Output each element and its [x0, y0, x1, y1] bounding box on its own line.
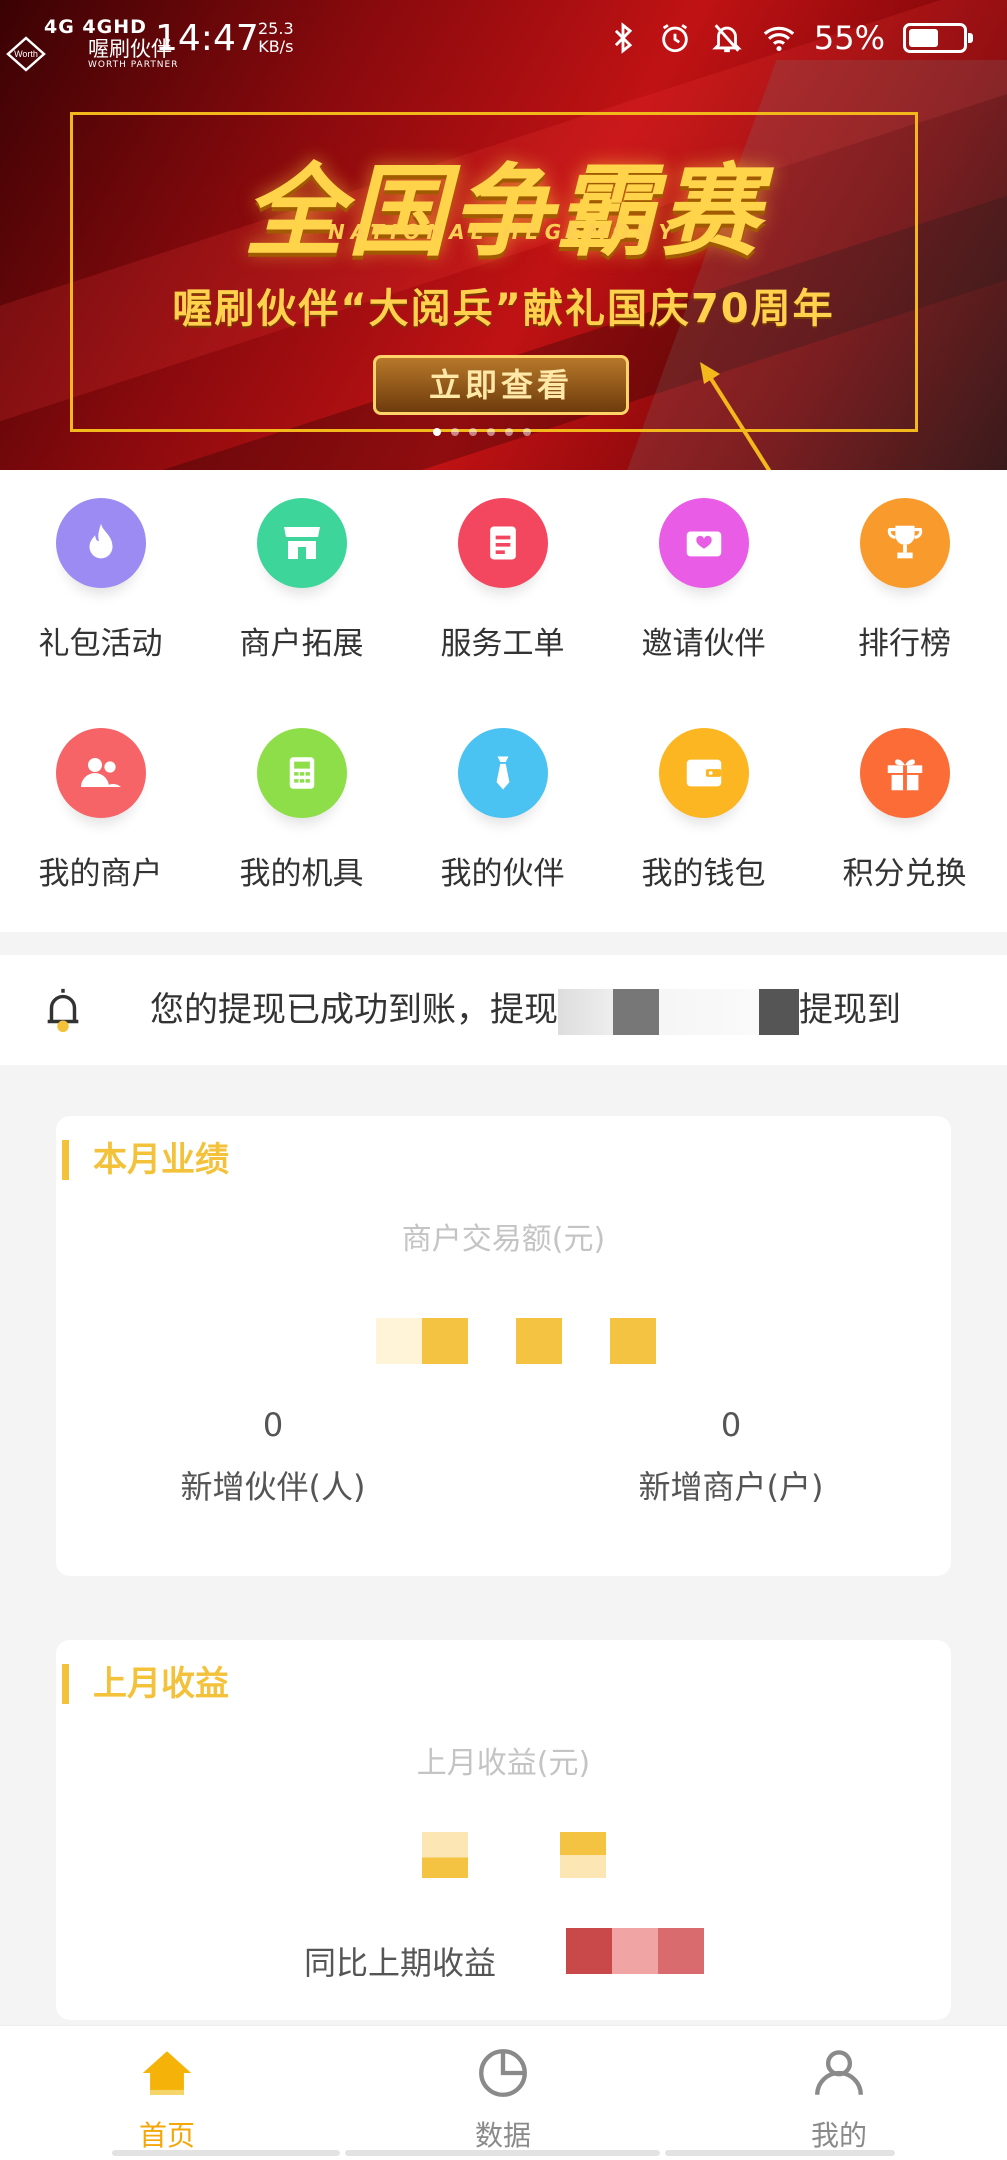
status-icons: 55%: [606, 18, 973, 58]
notice-bar[interactable]: 您的提现已成功到账，提现 提现到: [0, 955, 1007, 1065]
stat-value: 0: [720, 1406, 742, 1444]
logo-mark-text: Worth: [14, 49, 38, 59]
tab-label: 数据: [474, 2119, 531, 2152]
menu-label: 我的机具: [239, 856, 364, 892]
carousel-dot[interactable]: [433, 428, 441, 436]
amount-label: 商户交易额(元): [401, 1222, 606, 1257]
gesture-bar: [345, 2150, 660, 2156]
logo-subtitle: WORTH PARTNER: [88, 60, 179, 70]
amount-redacted: [376, 1318, 656, 1364]
notice-text-start: 您的提现已成功到账，提现: [150, 990, 558, 1030]
app-screen: 4G 4GHD 14:47 25.3 KB/s 55% Worth 喔刷伙伴 W…: [0, 0, 1007, 2160]
document-icon: [457, 498, 548, 588]
store-icon: [256, 498, 347, 588]
tab-data[interactable]: 数据: [403, 2044, 603, 2154]
logo-title: 喔刷伙伴: [88, 37, 172, 61]
menu-label: 积分兑换: [842, 856, 967, 892]
banner-tagline: 喔刷伙伴“大阅兵”献礼国庆70周年: [172, 286, 835, 332]
menu-label: 我的伙伴: [440, 856, 565, 892]
user-icon: [815, 2050, 863, 2095]
menu-item-service-order[interactable]: 服务工单: [402, 498, 603, 663]
battery-icon: [903, 23, 973, 53]
banner-subtitle: NATIONAL HEGEMONY: [328, 220, 679, 244]
menu-label: 排行榜: [858, 626, 951, 662]
trophy-icon: [859, 498, 950, 588]
home-icon: [142, 2051, 192, 2095]
carousel-dot[interactable]: [469, 428, 477, 436]
users-icon: [55, 728, 146, 818]
carousel-dot[interactable]: [487, 428, 495, 436]
stat-label: 新增伙伴(人): [180, 1468, 366, 1506]
promo-banner[interactable]: 4G 4GHD 14:47 25.3 KB/s 55% Worth 喔刷伙伴 W…: [0, 0, 1007, 470]
banner-title: 全国争霸赛: [243, 153, 764, 270]
redacted-block: [613, 988, 659, 1035]
menu-item-my-devices[interactable]: 我的机具: [201, 728, 402, 893]
app-logo: Worth 喔刷伙伴 WORTH PARTNER: [6, 34, 178, 74]
carousel-dot[interactable]: [451, 428, 459, 436]
menu-item-my-wallet[interactable]: 我的钱包: [603, 728, 804, 893]
carousel-dot[interactable]: [505, 428, 513, 436]
card-title: 本月业绩: [62, 1140, 229, 1180]
wifi-icon: [763, 26, 795, 52]
redacted-block: [759, 988, 799, 1035]
tab-home[interactable]: 首页: [67, 2044, 267, 2154]
stat-new-merchants: 0 新增商户(户): [581, 1406, 881, 1508]
amount-label: 上月收益(元): [416, 1746, 591, 1781]
pie-chart-icon: [479, 2049, 527, 2097]
menu-item-gift-activity[interactable]: 礼包活动: [0, 498, 201, 663]
card-title: 上月收益: [62, 1664, 229, 1704]
menu-label: 我的商户: [38, 856, 163, 892]
notice-text: 您的提现已成功到账，提现 提现到: [150, 955, 970, 1065]
bluetooth-icon: [614, 22, 633, 54]
redacted-block: [659, 988, 759, 1035]
fire-icon: [55, 498, 146, 588]
calculator-icon: [256, 728, 347, 818]
amount-redacted: [422, 1832, 606, 1878]
network-speed-value: 25.3: [258, 19, 294, 38]
gesture-bar: [112, 2150, 340, 2156]
tab-label: 我的: [810, 2119, 867, 2152]
battery-percent: 55%: [813, 19, 885, 57]
view-now-button[interactable]: 立即查看: [373, 355, 629, 415]
menu-item-leaderboard[interactable]: 排行榜: [804, 498, 1005, 663]
alarm-icon: [662, 24, 688, 53]
last-month-card: 上月收益 上月收益(元) 同比上期收益: [56, 1640, 951, 2020]
menu-label: 邀请伙伴: [641, 626, 766, 662]
stat-label: 新增商户(户): [638, 1468, 824, 1506]
gesture-bar: [665, 2150, 895, 2156]
bottom-tab-bar: 首页 数据 我的: [0, 2025, 1007, 2160]
feature-grid: 礼包活动 商户拓展 服务工单 邀请伙伴 排行榜 我的商户 我的机具 我的伙伴 我…: [0, 470, 1007, 932]
envelope-heart-icon: [658, 498, 749, 588]
menu-item-my-partners[interactable]: 我的伙伴: [402, 728, 603, 893]
menu-label: 我的钱包: [641, 856, 766, 892]
tab-label: 首页: [138, 2119, 195, 2152]
network-speed: 25.3 KB/s: [258, 20, 294, 56]
bell-icon: [47, 988, 79, 1033]
menu-label: 商户拓展: [239, 626, 364, 662]
compare-value-redacted: [566, 1928, 704, 1974]
logo-mark-icon: Worth: [6, 36, 46, 72]
gift-icon: [859, 728, 950, 818]
menu-item-merchant-expansion[interactable]: 商户拓展: [201, 498, 402, 663]
mute-icon: [712, 24, 742, 53]
menu-item-invite-partner[interactable]: 邀请伙伴: [603, 498, 804, 663]
compare-label: 同比上期收益: [304, 1944, 497, 1982]
menu-label: 服务工单: [440, 626, 565, 662]
wallet-icon: [658, 728, 749, 818]
stat-new-partners: 0 新增伙伴(人): [123, 1406, 423, 1508]
menu-label: 礼包活动: [38, 626, 163, 662]
redacted-block: [558, 988, 613, 1035]
this-month-card: 本月业绩 商户交易额(元) 0 新增伙伴(人) 0 新增商户(户): [56, 1116, 951, 1576]
notice-text-end: 提现到: [799, 990, 901, 1030]
menu-item-my-merchants[interactable]: 我的商户: [0, 728, 201, 893]
tab-mine[interactable]: 我的: [739, 2044, 939, 2154]
tie-icon: [457, 728, 548, 818]
carousel-indicator[interactable]: [433, 428, 531, 436]
network-speed-unit: KB/s: [258, 37, 294, 56]
stat-value: 0: [262, 1406, 284, 1444]
carousel-dot[interactable]: [523, 428, 531, 436]
menu-item-points-exchange[interactable]: 积分兑换: [804, 728, 1005, 893]
